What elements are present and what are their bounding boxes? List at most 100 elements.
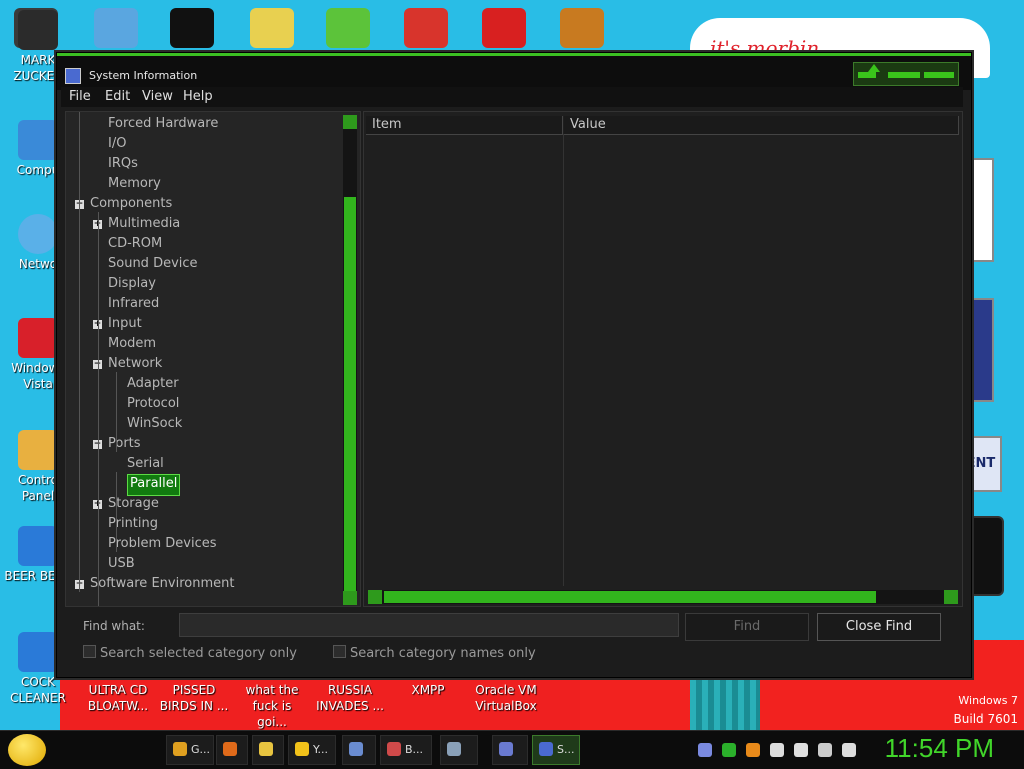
close-find-button[interactable]: Close Find — [817, 613, 941, 641]
flag-tray-icon[interactable] — [794, 743, 808, 757]
triangle-icon — [868, 64, 880, 72]
tree-item[interactable]: Components — [90, 194, 172, 214]
list-horizontal-scrollbar[interactable] — [368, 590, 958, 604]
start-smiley-icon[interactable] — [8, 734, 46, 766]
file-icon — [18, 632, 58, 672]
tree-vertical-scrollbar[interactable] — [343, 115, 357, 605]
generic-app-icon — [499, 742, 513, 756]
tree-item[interactable]: Network — [108, 354, 162, 374]
checkbox-label: Search selected category only — [100, 646, 297, 661]
search-tray-icon[interactable] — [746, 743, 760, 757]
tree-item[interactable]: IRQs — [108, 154, 138, 174]
scroll-thumb[interactable] — [384, 591, 876, 603]
taskbar-button[interactable] — [492, 735, 528, 765]
file-icon — [18, 526, 58, 566]
green-app-tray-icon[interactable] — [722, 743, 736, 757]
network-tray-icon[interactable] — [818, 743, 832, 757]
tree-item[interactable]: USB — [108, 554, 135, 574]
taskbar-button[interactable]: G... — [166, 735, 214, 765]
tree-item[interactable]: Ports — [108, 434, 141, 454]
tree-guide-line — [98, 212, 99, 606]
volume-tray-icon[interactable] — [842, 743, 856, 757]
firefox-icon — [223, 742, 237, 756]
taskbar-button[interactable] — [440, 735, 478, 765]
tree-item-selected[interactable]: Parallel — [127, 474, 181, 496]
taskbar-button[interactable] — [216, 735, 248, 765]
tree-item[interactable]: Sound Device — [108, 254, 198, 274]
maximize-button[interactable] — [888, 72, 920, 78]
computer-icon — [447, 742, 461, 756]
desktop-icon[interactable]: Oracle VM VirtualBox — [470, 682, 542, 714]
p-app-icon[interactable] — [404, 8, 448, 48]
menu-file[interactable]: File — [69, 89, 91, 104]
details-list[interactable]: Item Value — [363, 111, 963, 607]
tree-item[interactable]: Multimedia — [108, 214, 180, 234]
cmd-icon[interactable] — [170, 8, 214, 48]
messenger-tray-icon[interactable] — [770, 743, 784, 757]
search-category-names-checkbox[interactable]: Search category names only — [333, 645, 536, 661]
scroll-thumb[interactable] — [344, 197, 356, 593]
explorer-folder-icon — [259, 742, 273, 756]
close-button[interactable] — [924, 72, 954, 78]
angry-birds-icon[interactable] — [326, 8, 370, 48]
desktop-icon[interactable]: RUSSIA INVADES ... — [314, 682, 386, 714]
taskbar-button[interactable]: S... — [532, 735, 580, 765]
devcpp-icon[interactable] — [482, 8, 526, 48]
search-selected-category-checkbox[interactable]: Search selected category only — [83, 645, 297, 661]
desktop-icon-label: Oracle VM VirtualBox — [475, 683, 537, 713]
desktop-icon[interactable]: what the fuck is goi... — [236, 682, 308, 730]
tree-item[interactable]: Infrared — [108, 294, 159, 314]
taskbar-button[interactable]: B... — [380, 735, 432, 765]
desktop-icon[interactable]: PISSED BIRDS IN ... — [158, 682, 230, 714]
desktop-icon-label: what the fuck is goi... — [245, 683, 299, 729]
scroll-down-arrow-icon[interactable] — [343, 591, 357, 605]
ftp-icon[interactable] — [250, 8, 294, 48]
desktop-icon-label: XMPP — [411, 683, 445, 697]
tree-item[interactable]: Problem Devices — [108, 534, 217, 554]
column-divider — [563, 134, 564, 586]
chrome-icon — [173, 742, 187, 756]
desktop-icon-label: Netwo — [18, 257, 58, 271]
checkbox-box[interactable] — [83, 645, 96, 658]
notepad-icon[interactable] — [94, 8, 138, 48]
column-header-value[interactable]: Value — [564, 116, 959, 135]
desktop-icon-label: COCK CLEANER — [10, 675, 66, 705]
tree-item[interactable]: Adapter — [127, 374, 179, 394]
recycle-bin-icon — [18, 318, 58, 358]
tree-item[interactable]: WinSock — [127, 414, 182, 434]
category-tree[interactable]: Forced HardwareI/OIRQsMemoryComponents−M… — [65, 111, 361, 607]
tree-item[interactable]: Modem — [108, 334, 156, 354]
column-header-item[interactable]: Item — [366, 116, 563, 135]
find-button[interactable]: Find — [685, 613, 809, 641]
tree-item[interactable]: Forced Hardware — [108, 114, 218, 134]
tree-item[interactable]: CD-ROM — [108, 234, 162, 254]
menu-edit[interactable]: Edit — [105, 89, 130, 104]
tree-item[interactable]: Protocol — [127, 394, 179, 414]
tree-item[interactable]: Memory — [108, 174, 161, 194]
scroll-left-arrow-icon[interactable] — [368, 590, 382, 604]
app-tray-icon[interactable] — [698, 743, 712, 757]
clock[interactable]: 11:54 PM — [885, 733, 994, 764]
yahoo-smiley-icon — [295, 742, 309, 756]
taskbar-button[interactable]: Y... — [288, 735, 336, 765]
taskbar-button[interactable] — [252, 735, 284, 765]
scroll-up-arrow-icon[interactable] — [343, 115, 357, 129]
menu-help[interactable]: Help — [183, 89, 213, 104]
terminal-icon[interactable] — [560, 8, 604, 48]
computer-icon — [18, 120, 58, 160]
scroll-right-arrow-icon[interactable] — [944, 590, 958, 604]
tree-item[interactable]: Serial — [127, 454, 164, 474]
tree-item[interactable]: Input — [108, 314, 142, 334]
checkbox-box[interactable] — [333, 645, 346, 658]
taskbar-button[interactable] — [342, 735, 376, 765]
desktop-icon[interactable]: XMPP — [392, 682, 464, 698]
menu-view[interactable]: View — [142, 89, 173, 104]
minimize-button[interactable] — [858, 72, 876, 78]
find-what-input[interactable] — [179, 613, 679, 637]
tree-item[interactable]: I/O — [108, 134, 126, 154]
title-bar[interactable]: System Information — [57, 53, 971, 90]
tree-item[interactable]: Display — [108, 274, 156, 294]
tree-item[interactable]: Software Environment — [90, 574, 234, 594]
desktop-icon[interactable]: ULTRA CD BLOATW... — [82, 682, 154, 714]
control-panel-icon — [18, 430, 58, 470]
